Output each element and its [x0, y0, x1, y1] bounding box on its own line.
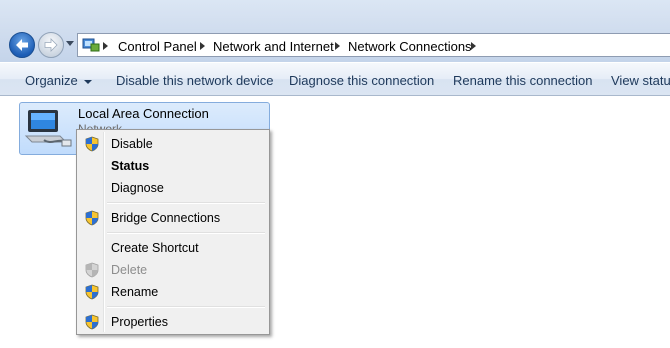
- breadcrumb-network-connections[interactable]: Network Connections: [348, 39, 472, 54]
- rename-connection-button[interactable]: Rename this connection: [453, 73, 592, 88]
- menu-separator: [107, 202, 265, 204]
- menu-separator: [107, 306, 265, 308]
- menu-label: Delete: [111, 263, 148, 277]
- forward-button[interactable]: [38, 32, 64, 58]
- menu-separator: [107, 232, 265, 234]
- address-box[interactable]: Control Panel Network and Internet Netwo…: [77, 33, 670, 57]
- disable-device-button[interactable]: Disable this network device: [116, 73, 274, 88]
- back-arrow-icon: [16, 39, 28, 51]
- menu-label: Create Shortcut: [111, 241, 199, 255]
- recent-pages-dropdown-icon[interactable]: [66, 41, 74, 47]
- menu-item-rename[interactable]: Rename: [79, 281, 267, 303]
- menu-item-status[interactable]: Status: [79, 155, 267, 177]
- back-button[interactable]: [9, 32, 35, 58]
- breadcrumb-separator[interactable]: [200, 42, 205, 50]
- menu-item-disable[interactable]: Disable: [79, 133, 267, 155]
- breadcrumb-separator[interactable]: [471, 42, 476, 50]
- breadcrumb-control-panel[interactable]: Control Panel: [118, 39, 197, 54]
- menu-label: Disable: [111, 137, 153, 151]
- breadcrumb-separator[interactable]: [103, 42, 108, 50]
- uac-shield-icon: [85, 314, 99, 330]
- context-menu: Disable Status Diagnose Bridge Connectio…: [76, 129, 270, 335]
- connection-title: Local Area Connection: [78, 106, 209, 121]
- organize-label: Organize: [25, 73, 78, 88]
- menu-label: Diagnose: [111, 181, 164, 195]
- network-adapter-icon: [24, 110, 72, 147]
- menu-item-diagnose[interactable]: Diagnose: [79, 177, 267, 199]
- menu-label: Bridge Connections: [111, 211, 221, 225]
- menu-label: Properties: [111, 315, 168, 329]
- diagnose-connection-button[interactable]: Diagnose this connection: [289, 73, 434, 88]
- menu-item-bridge[interactable]: Bridge Connections: [79, 207, 267, 229]
- forward-arrow-icon: [44, 38, 58, 52]
- menu-label: Rename: [111, 285, 159, 299]
- view-status-button[interactable]: View status: [611, 73, 670, 88]
- organize-menu[interactable]: Organize: [25, 73, 92, 88]
- uac-shield-icon: [85, 284, 99, 300]
- uac-shield-icon: [85, 210, 99, 226]
- menu-item-create-shortcut[interactable]: Create Shortcut: [79, 237, 267, 259]
- address-bar: Control Panel Network and Internet Netwo…: [0, 0, 670, 62]
- breadcrumb-network-and-internet[interactable]: Network and Internet: [213, 39, 334, 54]
- command-bar: Organize Disable this network device Dia…: [0, 62, 670, 96]
- breadcrumb-separator[interactable]: [335, 42, 340, 50]
- uac-shield-icon: [85, 136, 99, 152]
- menu-item-properties[interactable]: Properties: [79, 311, 267, 333]
- network-folder-icon: [82, 38, 100, 52]
- chevron-down-icon: [83, 79, 92, 84]
- menu-item-delete[interactable]: Delete: [79, 259, 267, 281]
- uac-shield-disabled-icon: [85, 262, 99, 278]
- menu-label: Status: [111, 159, 150, 173]
